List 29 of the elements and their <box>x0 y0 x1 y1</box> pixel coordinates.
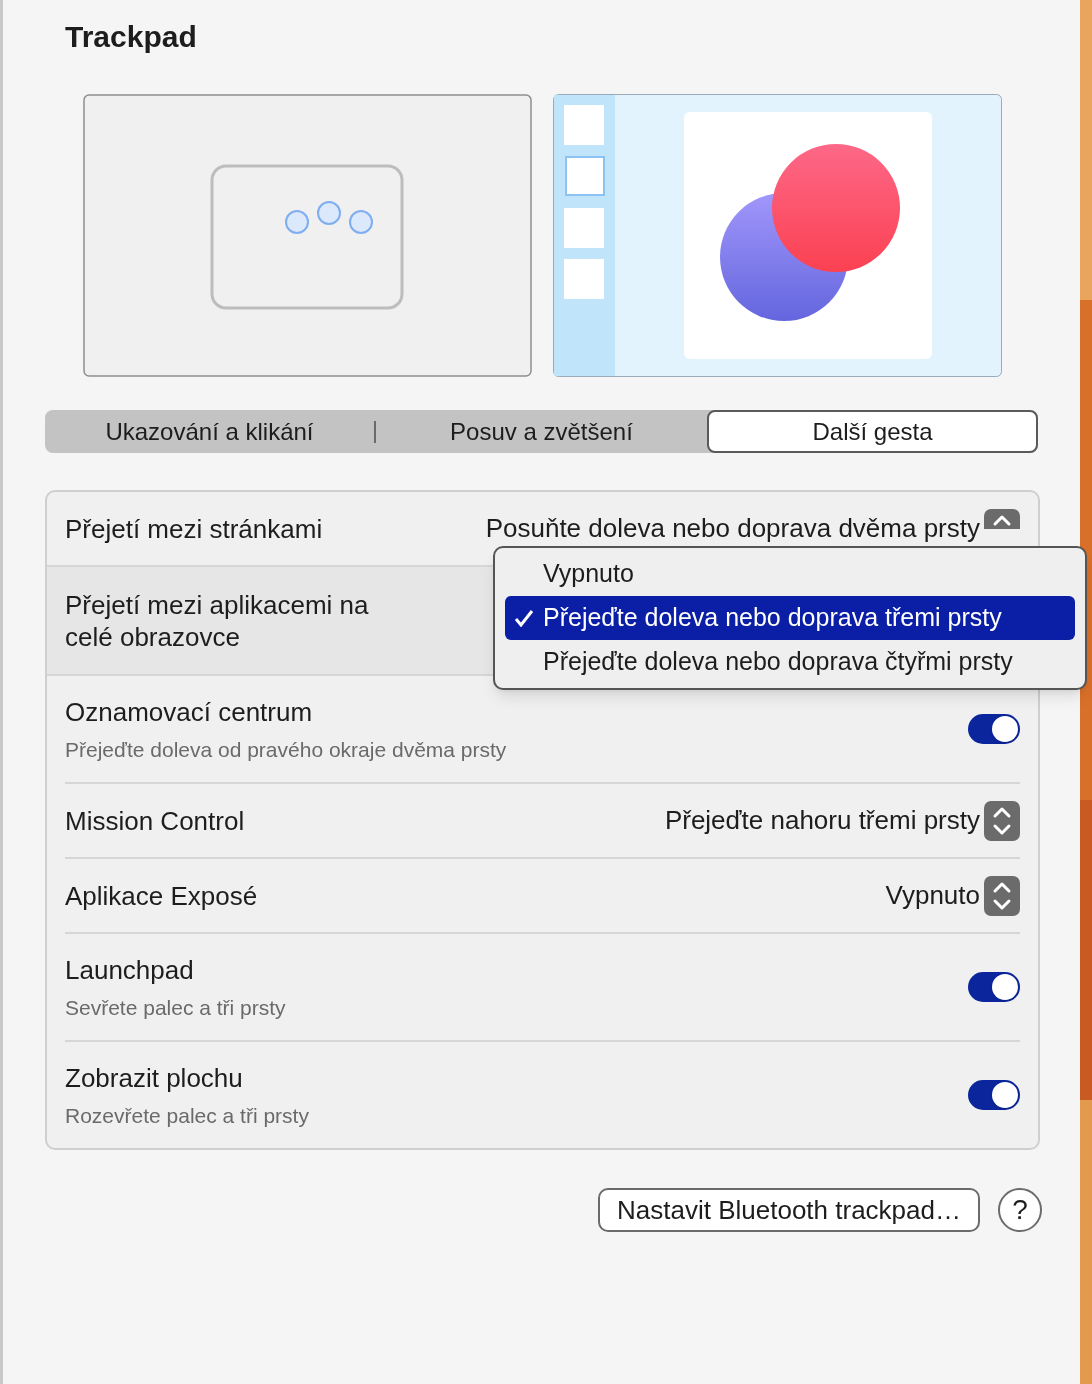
page-title: Trackpad <box>65 19 197 55</box>
popup-value[interactable]: Vypnuto <box>885 876 980 915</box>
menu-item[interactable]: Přejeďte doleva nebo doprava čtyřmi prsty <box>505 640 1075 684</box>
setting-description: Sevřete palec a tři prsty <box>65 994 286 1021</box>
popup-value[interactable]: Přejeďte nahoru třemi prsty <box>664 801 980 840</box>
stepper-icon[interactable] <box>984 875 1020 916</box>
setting-description: Rozevřete palec a tři prsty <box>65 1102 309 1129</box>
menu-item[interactable]: Vypnuto <box>505 552 1075 596</box>
setting-description: Přejeďte doleva od pravého okraje dvěma prsty <box>65 736 507 763</box>
help-button[interactable]: ? <box>998 1188 1042 1232</box>
setting-label: Přejetí mezi stránkami <box>65 512 323 545</box>
segment-tab[interactable]: Další gesta <box>707 410 1038 453</box>
toggle-switch[interactable] <box>968 972 1020 1002</box>
popup-value[interactable]: Posuňte doleva nebo doprava dvěma prsty <box>485 509 980 548</box>
setting-label: Aplikace Exposé <box>65 879 258 912</box>
menu-item[interactable]: Přejeďte doleva nebo doprava třemi prsty <box>505 596 1075 640</box>
setting-label: Přejetí mezi aplikacemi na celé obrazovce <box>65 588 370 653</box>
toggle-switch[interactable] <box>968 714 1020 744</box>
setting-label: Oznamovací centrum <box>65 695 314 729</box>
stepper-icon[interactable] <box>984 509 1020 529</box>
segment-tab[interactable]: Posuv a zvětšení <box>376 410 707 453</box>
setting-label: Launchpad <box>65 953 195 987</box>
checkmark-icon <box>514 609 534 627</box>
toggle-switch[interactable] <box>968 1080 1020 1110</box>
stepper-icon[interactable] <box>984 800 1020 841</box>
setup-bluetooth-button[interactable]: Nastavit Bluetooth trackpad… <box>598 1188 980 1232</box>
setting-label: Mission Control <box>65 804 245 837</box>
setting-label: Zobrazit plochu <box>65 1061 244 1095</box>
segment-tab[interactable]: Ukazování a klikání <box>45 410 374 453</box>
